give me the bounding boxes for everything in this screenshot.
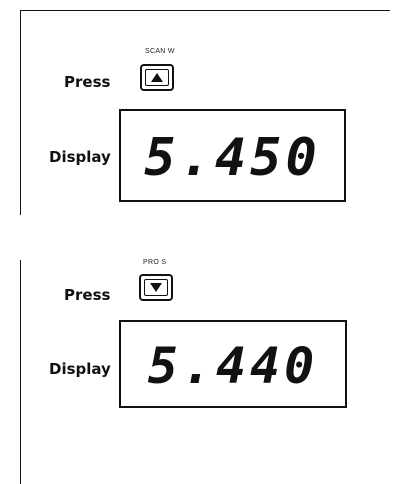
up-key-button[interactable]	[140, 64, 174, 91]
display-value: 5.440	[147, 337, 319, 395]
key-caption-scan-w: SCAN W	[145, 48, 175, 55]
down-key-button[interactable]	[139, 274, 173, 301]
display-label: Display	[49, 360, 111, 378]
up-triangle-icon	[151, 73, 163, 82]
press-label: Press	[64, 286, 111, 304]
display-readout: 5.440	[119, 320, 347, 408]
press-label: Press	[64, 73, 111, 91]
step-2: PRO S Press Display 5.440	[0, 240, 405, 484]
step-1: SCAN W Press Display 5.450	[0, 0, 405, 240]
display-label: Display	[49, 148, 111, 166]
display-value: 5.450	[144, 128, 321, 188]
down-key-face	[144, 279, 168, 296]
display-readout: 5.450	[119, 109, 346, 202]
key-caption-pro-s: PRO S	[143, 259, 167, 266]
down-triangle-icon	[150, 283, 162, 292]
up-key-face	[145, 69, 169, 86]
